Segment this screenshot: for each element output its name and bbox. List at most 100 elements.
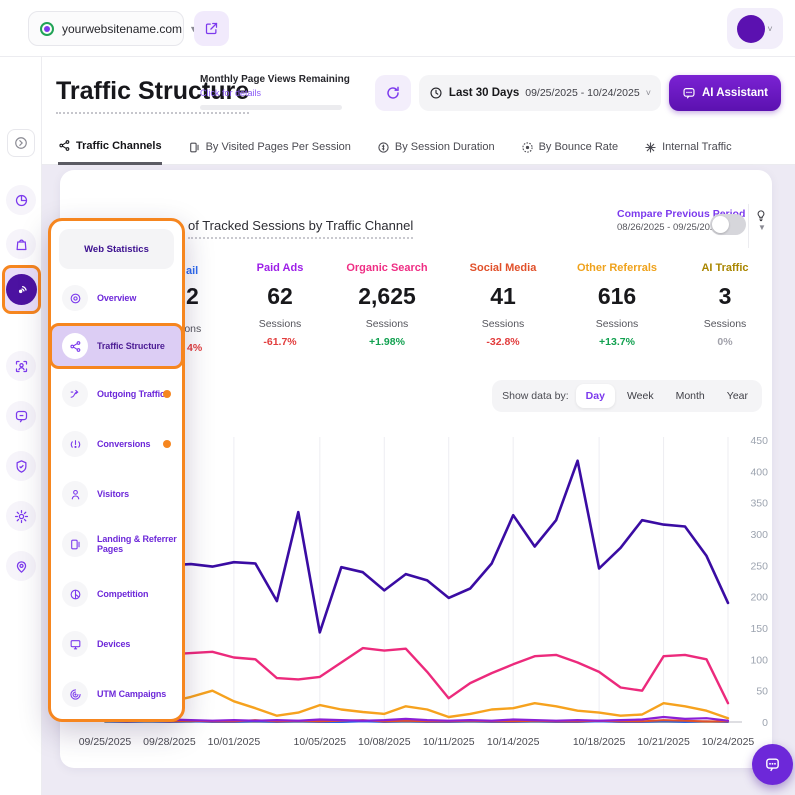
mpv-details-link[interactable]: Click for details — [200, 88, 350, 98]
competition-icon — [62, 581, 88, 607]
stat-value: 2,625 — [358, 283, 416, 309]
sidebar-item-user-behavior[interactable] — [0, 351, 42, 381]
tab-by-visited-pages[interactable]: By Visited Pages Per Session — [188, 130, 351, 165]
open-website-button[interactable] — [194, 11, 229, 46]
stat-change: +13.7% — [599, 336, 635, 348]
menu-item-label: Overview — [97, 293, 137, 303]
dashboard-root: yourwebsitename.com ▼ ˅ — [0, 0, 795, 795]
sidebar-item-settings[interactable] — [0, 501, 42, 531]
stat-value: 41 — [490, 283, 516, 309]
tab-label: Internal Traffic — [662, 141, 732, 153]
svg-text:450: 450 — [750, 435, 768, 447]
sidebar-item-web-statistics-highlight[interactable] — [2, 265, 41, 314]
website-selector[interactable]: yourwebsitename.com ▼ — [28, 11, 198, 46]
ai-assistant-button[interactable]: AI Assistant — [668, 75, 781, 111]
email-change-fragment: 4% — [187, 342, 203, 354]
menu-item-outgoing-traffic[interactable]: Outgoing Traffic — [51, 369, 182, 419]
menu-item-landing-referrer-pages[interactable]: Landing & Referrer Pages — [51, 519, 182, 569]
menu-item-label: UTM Campaigns — [97, 689, 167, 699]
menu-item-utm-campaigns[interactable]: UTM Campaigns — [51, 669, 182, 719]
granularity-year[interactable]: Year — [717, 384, 758, 408]
sidebar-item-local[interactable] — [0, 551, 42, 581]
insights-control[interactable]: ▼ — [754, 208, 770, 232]
svg-text:10/18/2025: 10/18/2025 — [573, 736, 626, 748]
menu-item-visitors[interactable]: Visitors — [51, 469, 182, 519]
show-data-by-control: Show data by: Day Week Month Year — [492, 380, 762, 412]
chat-bubble-icon — [6, 401, 36, 431]
svg-text:09/25/2025: 09/25/2025 — [79, 736, 132, 748]
svg-text:350: 350 — [750, 498, 768, 510]
utm-campaigns-icon — [62, 681, 88, 707]
duration-clock-icon — [378, 141, 389, 153]
stat-change: 0% — [717, 336, 733, 348]
menu-item-label: Landing & Referrer Pages — [97, 534, 177, 554]
stat-social-media[interactable]: Social Media 41 Sessions -32.8% — [448, 262, 558, 348]
overview-icon — [62, 285, 88, 311]
svg-text:10/01/2025: 10/01/2025 — [208, 736, 261, 748]
tab-internal-traffic[interactable]: Internal Traffic — [644, 130, 732, 165]
ai-chat-icon — [682, 86, 696, 100]
menu-item-label: Devices — [97, 639, 131, 649]
sidebar-item-analytics[interactable] — [0, 185, 42, 215]
support-chat-button[interactable] — [752, 744, 793, 785]
compare-toggle[interactable] — [710, 214, 746, 235]
arrow-right-icon — [15, 137, 27, 149]
granularity-week[interactable]: Week — [617, 384, 664, 408]
tab-label: By Bounce Rate — [538, 141, 619, 153]
sidebar-expand-button[interactable] — [7, 129, 35, 157]
stat-label: AI Traffic — [701, 262, 749, 274]
email-value-fragment: 2 — [186, 283, 199, 309]
svg-text:100: 100 — [750, 654, 768, 666]
stat-sessions-label: Sessions — [365, 318, 409, 330]
show-data-by-label: Show data by: — [502, 390, 569, 402]
stat-other-referrals[interactable]: Other Referrals 616 Sessions +13.7% — [562, 262, 672, 348]
svg-text:0: 0 — [762, 717, 768, 729]
svg-text:250: 250 — [750, 560, 768, 572]
chat-bubble-icon — [766, 758, 779, 772]
pie-chart-icon — [6, 185, 36, 215]
site-favicon-icon — [39, 21, 55, 37]
menu-item-devices[interactable]: Devices — [51, 619, 182, 669]
stat-change: -32.8% — [486, 336, 520, 348]
svg-text:10/24/2025: 10/24/2025 — [702, 736, 755, 748]
report-tabs: Traffic Channels By Visited Pages Per Se… — [42, 130, 795, 165]
date-range-label: 09/25/2025 - 10/24/2025 — [525, 87, 640, 99]
sidebar-item-security[interactable] — [0, 451, 42, 481]
shield-check-icon — [6, 451, 36, 481]
stat-label: Organic Search — [346, 262, 428, 274]
tab-traffic-channels[interactable]: Traffic Channels — [58, 130, 162, 165]
snowflake-icon — [645, 141, 656, 153]
sidebar-item-feedback[interactable] — [0, 401, 42, 431]
monthly-pageviews-widget: Monthly Page Views Remaining Click for d… — [200, 74, 497, 110]
stat-paid-ads[interactable]: Paid Ads 62 Sessions -61.7% — [225, 262, 335, 348]
tab-by-session-duration[interactable]: By Session Duration — [377, 130, 495, 165]
ai-assistant-label: AI Assistant — [701, 87, 768, 99]
menu-item-traffic-structure[interactable]: Traffic Structure — [49, 323, 184, 369]
stat-sessions-label: Sessions — [703, 318, 747, 330]
svg-text:200: 200 — [750, 592, 768, 604]
menu-item-overview[interactable]: Overview — [51, 273, 182, 323]
header-actions: Last 30 Days 09/25/2025 - 10/24/2025 ˅ A… — [374, 75, 781, 111]
landing-pages-icon — [62, 531, 88, 557]
stat-organic-search[interactable]: Organic Search 2,625 Sessions +1.98% — [332, 262, 442, 348]
svg-text:10/08/2025: 10/08/2025 — [358, 736, 411, 748]
menu-item-competition[interactable]: Competition — [51, 569, 182, 619]
granularity-day[interactable]: Day — [575, 384, 615, 408]
refresh-button[interactable] — [374, 75, 411, 111]
traffic-structure-icon — [62, 333, 88, 359]
sidebar-item-ecommerce[interactable] — [0, 229, 42, 259]
outgoing-traffic-icon — [62, 381, 88, 407]
date-range-picker[interactable]: Last 30 Days 09/25/2025 - 10/24/2025 ˅ — [418, 75, 661, 111]
tab-by-bounce-rate[interactable]: By Bounce Rate — [521, 130, 619, 165]
gear-icon — [6, 501, 36, 531]
menu-item-conversions[interactable]: Conversions — [51, 419, 182, 469]
granularity-month[interactable]: Month — [666, 384, 715, 408]
web-statistics-menu: Web Statistics Overview Traffic Structur… — [48, 218, 185, 722]
svg-text:10/11/2025: 10/11/2025 — [423, 736, 475, 748]
visitors-icon — [62, 481, 88, 507]
menu-item-label: Conversions — [97, 439, 151, 449]
profile-menu[interactable]: ˅ — [727, 8, 783, 49]
notification-dot — [163, 440, 171, 448]
stat-ai-traffic[interactable]: AI Traffic 3 Sessions 0% — [670, 262, 780, 348]
stat-sessions-label: Sessions — [595, 318, 639, 330]
